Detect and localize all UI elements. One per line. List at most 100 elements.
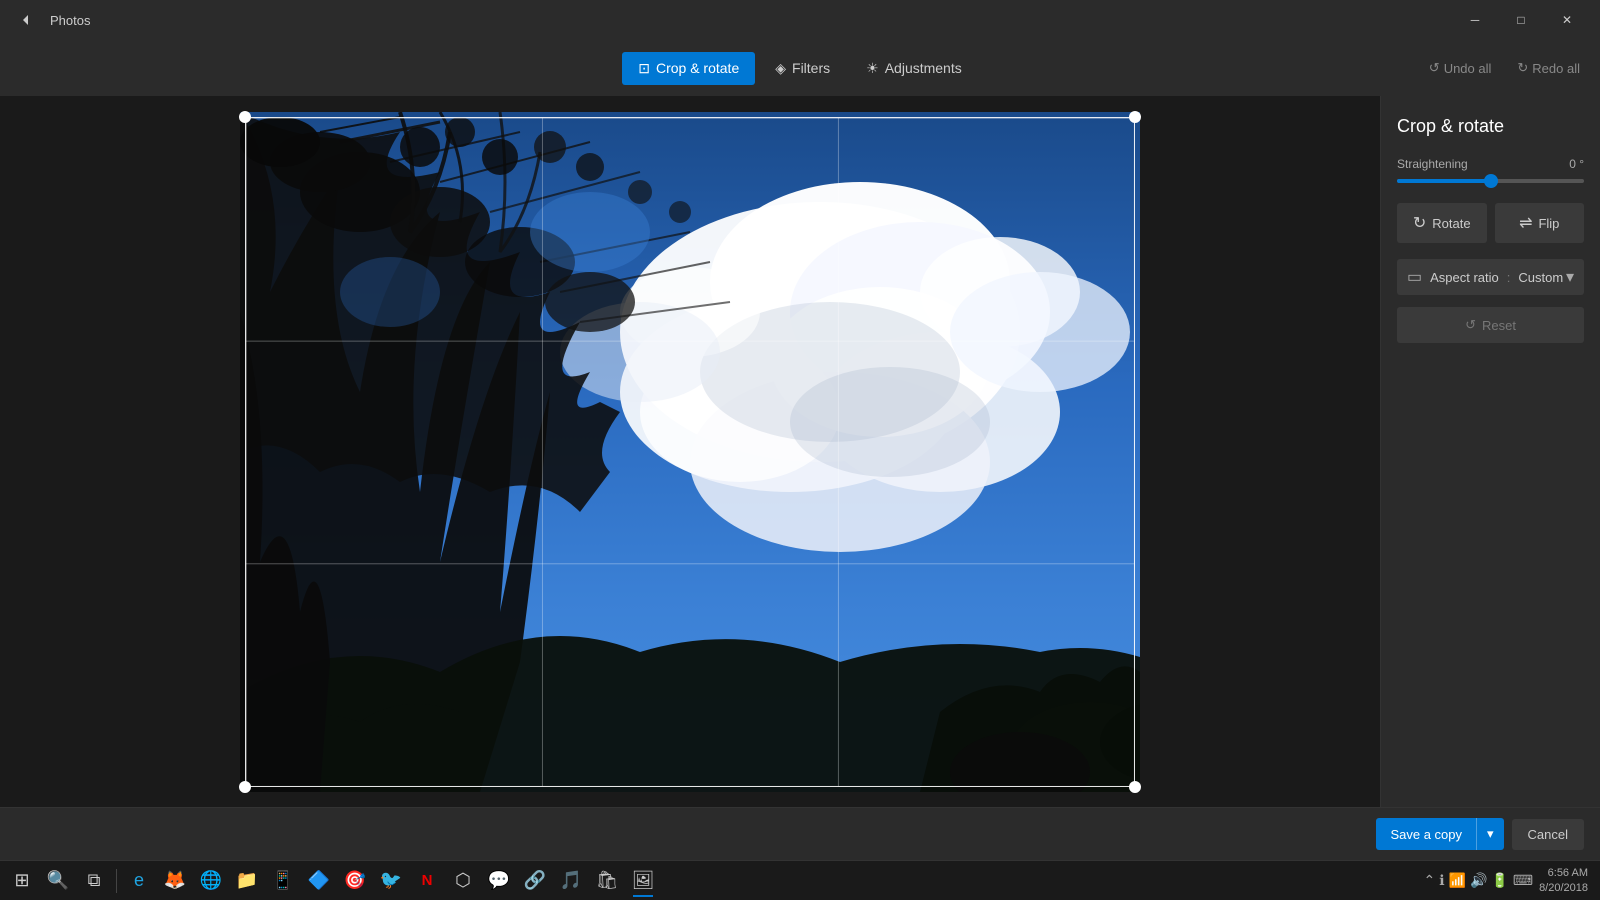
undo-redo-group: ↺ Undo all ↻ Redo all bbox=[1419, 54, 1590, 82]
restore-button[interactable]: □ bbox=[1498, 0, 1544, 40]
crop-rotate-tab[interactable]: ⊡ Crop & rotate bbox=[622, 52, 755, 85]
adjustments-icon: ☀ bbox=[866, 60, 879, 77]
taskbar-explorer[interactable]: 📁 bbox=[229, 863, 265, 899]
straightening-label: Straightening bbox=[1397, 157, 1468, 171]
taskbar-spotify[interactable]: 🎵 bbox=[553, 863, 589, 899]
redo-all-button[interactable]: ↻ Redo all bbox=[1507, 54, 1590, 82]
undo-label: Undo all bbox=[1444, 61, 1492, 76]
adjustments-tab[interactable]: ☀ Adjustments bbox=[850, 52, 978, 85]
straightening-slider-track[interactable] bbox=[1397, 179, 1584, 183]
toolbar-tabs: ⊡ Crop & rotate ◈ Filters ☀ Adjustments bbox=[622, 52, 978, 85]
tray-sound[interactable]: 🔊 bbox=[1470, 872, 1487, 889]
photo-background bbox=[240, 112, 1140, 792]
photos-icon: 🖼 bbox=[632, 870, 655, 891]
skype-icon: 💬 bbox=[488, 870, 510, 891]
undo-icon: ↺ bbox=[1429, 60, 1440, 76]
straightening-section: Straightening 0 ° bbox=[1397, 157, 1584, 183]
task-view-icon: ⧉ bbox=[88, 870, 101, 891]
taskbar-task-view[interactable]: ⧉ bbox=[76, 863, 112, 899]
redo-label: Redo all bbox=[1532, 61, 1580, 76]
taskbar-search[interactable]: 🔍 bbox=[40, 863, 76, 899]
taskbar-app5[interactable]: 🔗 bbox=[517, 863, 553, 899]
app3-icon: N bbox=[422, 872, 433, 889]
store-icon: 🛍 bbox=[596, 870, 619, 891]
crop-icon: ⊡ bbox=[638, 60, 650, 77]
taskbar-separator bbox=[116, 869, 117, 893]
tray-battery[interactable]: 🔋 bbox=[1491, 872, 1508, 889]
taskbar-app1[interactable]: 🔷 bbox=[301, 863, 337, 899]
flip-icon: ⇌ bbox=[1519, 213, 1532, 233]
aspect-ratio-row[interactable]: ▭ Aspect ratio : Custom ▾ bbox=[1397, 259, 1584, 295]
straightening-value: 0 ° bbox=[1569, 157, 1584, 171]
photo-canvas bbox=[240, 112, 1140, 792]
taskbar-app4[interactable]: ⬡ bbox=[445, 863, 481, 899]
taskbar-chrome[interactable]: 🌐 bbox=[193, 863, 229, 899]
rotate-flip-row: ↻ Rotate ⇌ Flip bbox=[1397, 203, 1584, 243]
window-controls: ─ □ ✕ bbox=[1452, 0, 1590, 40]
taskbar-photos[interactable]: 🖼 bbox=[625, 863, 661, 899]
flip-button[interactable]: ⇌ Flip bbox=[1495, 203, 1585, 243]
spotify-icon: 🎵 bbox=[560, 870, 582, 891]
right-panel: Crop & rotate Straightening 0 ° ↻ Rotate… bbox=[1380, 96, 1600, 807]
tray-icons: ⌃ ℹ 📶 🔊 🔋 ⌨ bbox=[1423, 872, 1533, 889]
slider-thumb[interactable] bbox=[1484, 174, 1498, 188]
app1-icon: 🔷 bbox=[308, 870, 330, 891]
bottom-panel: Save a copy ▾ Cancel bbox=[0, 807, 1600, 860]
slider-fill bbox=[1397, 179, 1491, 183]
taskbar-store[interactable]: 🛍 bbox=[589, 863, 625, 899]
chrome-icon: 🌐 bbox=[200, 870, 222, 891]
app-title: Photos bbox=[50, 13, 90, 28]
taskbar-system-tray: ⌃ ℹ 📶 🔊 🔋 ⌨ 6:56 AM 8/20/2018 bbox=[1423, 866, 1596, 895]
cancel-button[interactable]: Cancel bbox=[1512, 819, 1584, 850]
filters-icon: ◈ bbox=[775, 60, 786, 77]
filters-tab[interactable]: ◈ Filters bbox=[759, 52, 846, 85]
aspect-ratio-colon: : bbox=[1507, 270, 1511, 285]
save-copy-dropdown-arrow[interactable]: ▾ bbox=[1476, 818, 1504, 850]
phone-icon: 📱 bbox=[272, 870, 294, 891]
taskbar-edge[interactable]: e bbox=[121, 863, 157, 899]
firefox-icon: 🦊 bbox=[164, 870, 186, 891]
panel-title: Crop & rotate bbox=[1397, 116, 1584, 137]
aspect-ratio-value: Custom bbox=[1518, 270, 1563, 285]
start-icon: ⊞ bbox=[14, 870, 29, 891]
taskbar-app3[interactable]: N bbox=[409, 863, 445, 899]
save-copy-button[interactable]: Save a copy ▾ bbox=[1376, 818, 1503, 850]
tray-chevron[interactable]: ⌃ bbox=[1423, 872, 1435, 889]
aspect-ratio-icon: ▭ bbox=[1407, 267, 1422, 287]
clock-date: 8/20/2018 bbox=[1539, 881, 1588, 895]
taskbar-firefox[interactable]: 🦊 bbox=[157, 863, 193, 899]
rotate-icon: ↻ bbox=[1413, 213, 1426, 233]
app5-icon: 🔗 bbox=[524, 870, 546, 891]
reset-button[interactable]: ↺ Reset bbox=[1397, 307, 1584, 343]
close-button[interactable]: ✕ bbox=[1544, 0, 1590, 40]
app2-icon: 🎯 bbox=[344, 870, 366, 891]
tray-keyboard[interactable]: ⌨ bbox=[1513, 872, 1533, 889]
taskbar-twitter[interactable]: 🐦 bbox=[373, 863, 409, 899]
taskbar: ⊞ 🔍 ⧉ e 🦊 🌐 📁 📱 🔷 🎯 🐦 N ⬡ 💬 🔗 🎵 bbox=[0, 860, 1600, 900]
taskbar-phone[interactable]: 📱 bbox=[265, 863, 301, 899]
aspect-ratio-label-group: ▭ Aspect ratio : Custom bbox=[1407, 267, 1563, 287]
tray-info[interactable]: ℹ bbox=[1439, 872, 1444, 889]
main-content: Crop & rotate Straightening 0 ° ↻ Rotate… bbox=[0, 96, 1600, 807]
aspect-ratio-label: Aspect ratio bbox=[1430, 270, 1499, 285]
clock-time: 6:56 AM bbox=[1539, 866, 1588, 880]
taskbar-app2[interactable]: 🎯 bbox=[337, 863, 373, 899]
chevron-down-icon: ▾ bbox=[1566, 267, 1574, 287]
system-clock[interactable]: 6:56 AM 8/20/2018 bbox=[1539, 866, 1588, 895]
edge-icon: e bbox=[134, 870, 144, 891]
taskbar-start[interactable]: ⊞ bbox=[4, 863, 40, 899]
taskbar-skype[interactable]: 💬 bbox=[481, 863, 517, 899]
title-bar: Photos ─ □ ✕ bbox=[0, 0, 1600, 40]
rotate-button[interactable]: ↻ Rotate bbox=[1397, 203, 1487, 243]
twitter-icon: 🐦 bbox=[380, 870, 402, 891]
back-button[interactable] bbox=[10, 4, 42, 36]
reset-icon: ↺ bbox=[1465, 317, 1476, 333]
tray-network[interactable]: 📶 bbox=[1449, 872, 1466, 889]
save-copy-label[interactable]: Save a copy bbox=[1376, 819, 1476, 850]
toolbar: ↺ Undo all ↻ Redo all ⊡ Crop & rotate ◈ … bbox=[0, 40, 1600, 96]
search-icon: 🔍 bbox=[47, 870, 69, 891]
redo-icon: ↻ bbox=[1517, 60, 1528, 76]
undo-all-button[interactable]: ↺ Undo all bbox=[1419, 54, 1502, 82]
app4-icon: ⬡ bbox=[455, 870, 471, 891]
minimize-button[interactable]: ─ bbox=[1452, 0, 1498, 40]
